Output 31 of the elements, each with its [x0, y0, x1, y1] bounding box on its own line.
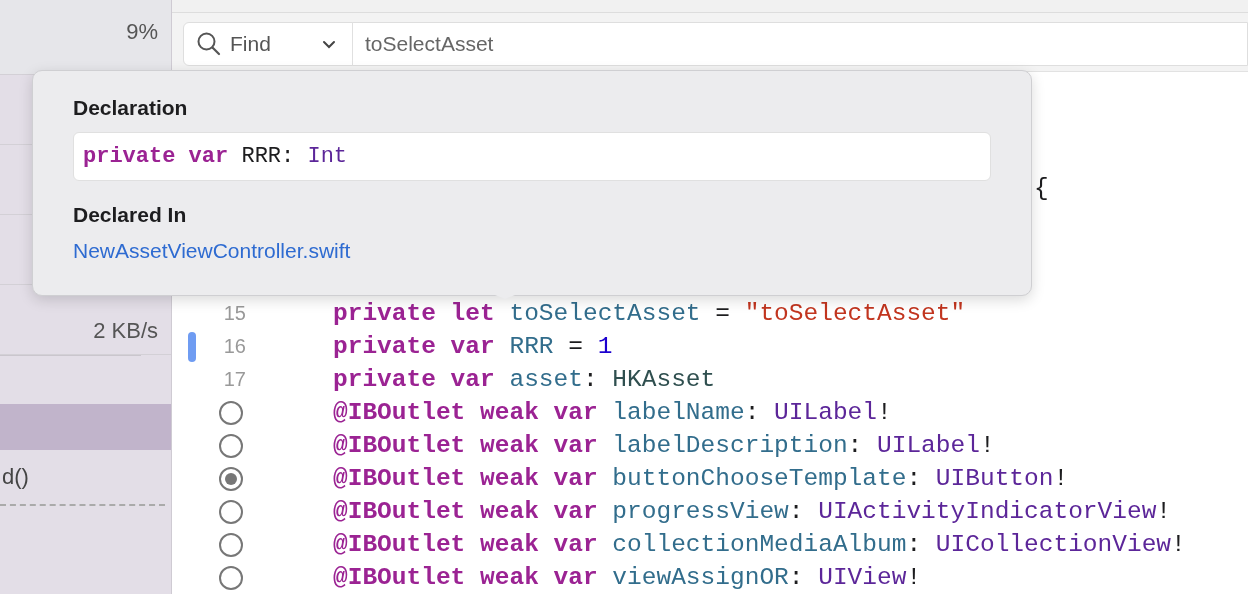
outlet-connection-icon[interactable] — [219, 499, 243, 524]
chevron-down-icon[interactable] — [322, 39, 336, 49]
outlet-connection-icon[interactable] — [219, 400, 243, 425]
outlet-connection-icon[interactable] — [219, 466, 243, 491]
code-line: @IBOutlet weak var viewAssignOR: UIView! — [333, 564, 922, 591]
code-line: @IBOutlet weak var buttonChooseTemplate: UIButton! — [333, 465, 1069, 492]
sidebar-row[interactable]: d() — [0, 450, 171, 504]
line-number: 15 — [223, 302, 246, 325]
code-line: @IBOutlet weak var labelName: UILabel! — [333, 399, 892, 426]
outlet-connection-icon[interactable] — [219, 433, 243, 458]
section-heading: Declaration — [73, 96, 188, 120]
code-line: private var asset: HKAsset — [333, 366, 716, 393]
transfer-rate: 2 KB/s — [93, 317, 158, 344]
percentage-value: 9% — [126, 19, 158, 45]
outlet-connection-icon[interactable] — [219, 532, 243, 557]
file-link[interactable]: NewAssetViewController.swift — [73, 239, 351, 263]
find-mode-label[interactable]: Find — [230, 32, 322, 57]
outlet-connection-icon[interactable] — [219, 565, 243, 590]
code-line: private let toSelectAsset = "toSelectAsset" — [333, 300, 966, 327]
code-line: @IBOutlet weak var collectionMediaAlbum: UICollectionView! — [333, 531, 1186, 558]
code-fragment: { — [1034, 175, 1049, 203]
declaration-code: private var RRR: Int — [73, 132, 991, 181]
code-line: @IBOutlet weak var progressView: UIActivityIndicatorView! — [333, 498, 1172, 525]
search-icon — [196, 31, 222, 58]
section-heading: Declared In — [73, 203, 187, 227]
code-line: private var RRR = 1 — [333, 333, 613, 360]
line-number: 17 — [223, 368, 246, 391]
code-line: @IBOutlet weak var labelDescription: UILabel! — [333, 432, 995, 459]
line-number: 16 — [223, 335, 246, 358]
find-field[interactable]: Find toSelectAsset — [183, 22, 1248, 67]
find-input[interactable]: toSelectAsset — [365, 32, 1247, 57]
